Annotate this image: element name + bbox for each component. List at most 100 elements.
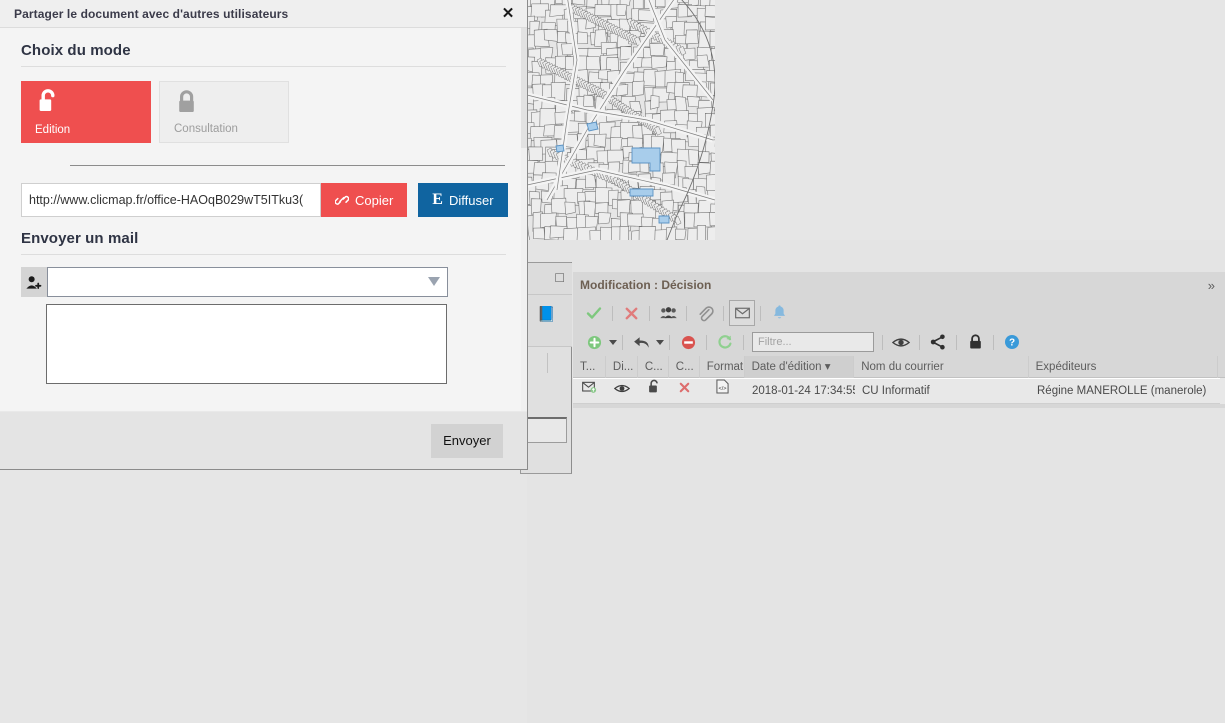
- panel-bottom-edge: [573, 408, 1225, 410]
- toolbar-separator: [993, 334, 994, 350]
- table-column-header-filler: [1218, 356, 1225, 378]
- copy-button-label: Copier: [355, 192, 394, 208]
- table-column-header[interactable]: Di...: [606, 355, 638, 378]
- panel-divider: [547, 353, 548, 373]
- cross-icon: [678, 378, 691, 404]
- table-column-header[interactable]: Format: [700, 355, 745, 378]
- screen-root: ☐ 📘 Modification : Décision » Filtre... …: [0, 0, 1225, 723]
- filter-input[interactable]: [752, 332, 874, 352]
- toolbar-separator: [649, 305, 650, 321]
- table-cell-icon[interactable]: [638, 378, 669, 404]
- help-circle-icon: ?: [1005, 335, 1019, 349]
- table-column-header[interactable]: Expéditeurs: [1029, 355, 1219, 378]
- remove-button[interactable]: [675, 329, 701, 355]
- users-icon: [659, 307, 677, 319]
- diffuse-button[interactable]: E Diffuser: [418, 183, 508, 217]
- toolbar-separator: [612, 305, 613, 321]
- table-cell-icon[interactable]: [669, 378, 700, 404]
- modification-panel: Modification : Décision » Filtre... ? T.…: [573, 272, 1225, 410]
- table-column-header[interactable]: C...: [669, 355, 700, 378]
- envelope-received-icon: [582, 378, 597, 404]
- dialog-scrollbar-thumb[interactable]: [521, 28, 527, 148]
- dialog-scrollbar[interactable]: [521, 28, 527, 411]
- panel-sub-box[interactable]: [527, 417, 567, 443]
- table-cell: CU Informatif: [862, 385, 930, 397]
- toolbar-separator: [760, 305, 761, 321]
- map-svg: [527, 0, 1225, 240]
- eye-icon: [892, 337, 910, 347]
- help-button[interactable]: ?: [999, 329, 1025, 355]
- lock-icon: [969, 334, 981, 349]
- lock-button[interactable]: [962, 329, 988, 355]
- everteam-e-icon: E: [432, 191, 443, 208]
- table-header-row: T... Di... C... C... Format Date d'édition ▾ N…: [573, 355, 1225, 378]
- eye-icon: [613, 378, 631, 404]
- mode-option-consultation[interactable]: Consultation: [159, 81, 289, 143]
- window-icon: ☐: [554, 271, 565, 285]
- mode-options: Edition Consultation: [0, 67, 527, 143]
- panel-title: Modification : Décision: [580, 278, 712, 292]
- svg-text:?: ?: [1009, 338, 1015, 349]
- mail-button[interactable]: [729, 300, 755, 326]
- send-button[interactable]: Envoyer: [431, 423, 503, 458]
- mode-option-edition[interactable]: Edition: [21, 81, 151, 143]
- table-column-header[interactable]: T...: [573, 355, 606, 378]
- toolbar-separator: [686, 305, 687, 321]
- validate-button[interactable]: [581, 300, 607, 326]
- paperclip-icon: [698, 305, 714, 321]
- table-row[interactable]: </> 2018-01-24 17:34:55 CU Informatif Régin…: [573, 378, 1225, 404]
- message-textarea[interactable]: [46, 304, 447, 384]
- mail-section-heading: Envoyer un mail: [21, 230, 139, 247]
- close-icon[interactable]: ✕: [499, 5, 517, 23]
- share-icon: [930, 334, 945, 350]
- toolbar-separator: [669, 334, 670, 350]
- contacts-button[interactable]: [655, 300, 681, 326]
- refresh-icon: [718, 335, 732, 349]
- preview-button[interactable]: [888, 329, 914, 355]
- minus-circle-icon: [681, 335, 695, 349]
- dialog-body: Choix du mode Edition Consultation http:…: [0, 28, 527, 411]
- toolbar-separator: [622, 334, 623, 350]
- add-button[interactable]: [581, 329, 607, 355]
- recipient-field[interactable]: [47, 267, 448, 297]
- add-user-icon: [26, 275, 42, 289]
- dialog-title: Partager le document avec d'autres utili…: [14, 6, 289, 21]
- table-cell-filler: [1220, 378, 1225, 404]
- unlock-icon: [39, 89, 55, 111]
- book-icon: 📘: [537, 306, 556, 323]
- table-column-header[interactable]: Date d'édition ▾: [744, 355, 855, 378]
- toolbar-separator: [723, 305, 724, 321]
- attachment-button[interactable]: [692, 300, 718, 326]
- diffuse-button-label: Diffuser: [448, 192, 494, 208]
- chevrons-right-icon[interactable]: »: [1208, 279, 1215, 292]
- share-url-input[interactable]: [21, 183, 321, 217]
- toolbar-separator: [956, 334, 957, 350]
- copy-button[interactable]: Copier: [321, 183, 408, 217]
- table-column-header[interactable]: Nom du courrier: [854, 355, 1029, 378]
- recipient-icon-box[interactable]: [21, 267, 47, 297]
- arrow-undo-icon: [633, 336, 649, 348]
- table-column-header[interactable]: C...: [638, 355, 669, 378]
- table-cell-icon[interactable]: [606, 378, 638, 404]
- table-cell: Régine MANEROLLE (manerole): [1037, 385, 1207, 397]
- panel-toolbar-primary: [573, 298, 1225, 328]
- panel-cell-book[interactable]: 📘: [521, 295, 572, 347]
- chevron-down-icon[interactable]: [428, 277, 440, 286]
- add-dropdown-caret-icon[interactable]: [609, 339, 617, 345]
- undo-button[interactable]: [628, 329, 654, 355]
- plus-circle-icon: [587, 335, 601, 349]
- panel-cell-window[interactable]: ☐: [521, 263, 572, 295]
- share-document-dialog: Partager le document avec d'autres utili…: [0, 0, 528, 470]
- toolbar-separator: [919, 334, 920, 350]
- cancel-button[interactable]: [618, 300, 644, 326]
- notify-button[interactable]: [766, 300, 792, 326]
- cadastral-map[interactable]: [527, 0, 1225, 240]
- share-button[interactable]: [925, 329, 951, 355]
- toolbar-separator: [743, 334, 744, 350]
- check-icon: [586, 307, 602, 319]
- refresh-button[interactable]: [712, 329, 738, 355]
- table-cell: 2018-01-24 17:34:55: [752, 385, 855, 397]
- table-cell-icon[interactable]: [573, 378, 606, 404]
- undo-dropdown-caret-icon[interactable]: [656, 339, 664, 345]
- table-cell-icon[interactable]: </>: [700, 378, 745, 404]
